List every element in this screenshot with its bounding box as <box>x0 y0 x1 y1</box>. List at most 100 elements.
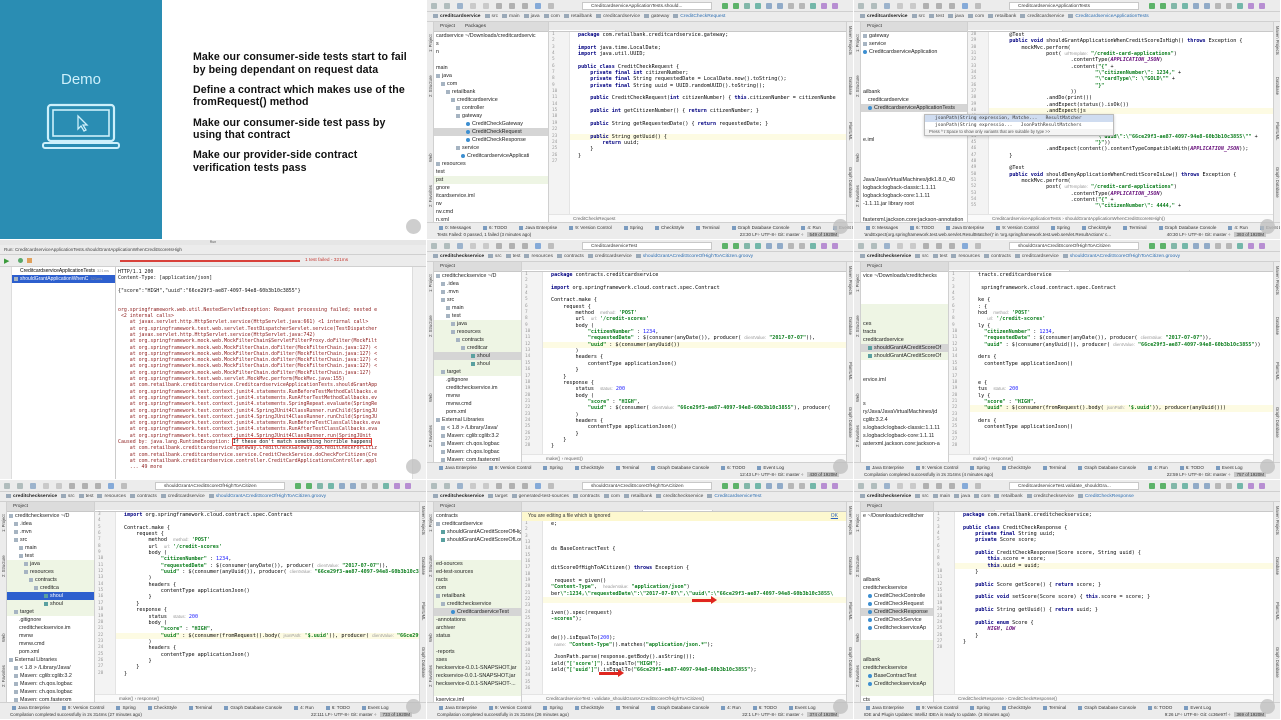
toolbar-action-icon[interactable] <box>871 483 877 489</box>
project-tree-item[interactable]: -reports <box>434 648 521 656</box>
toolbar-action-icon[interactable] <box>1226 3 1232 9</box>
toolbar-action-icon[interactable] <box>871 243 877 249</box>
project-tree-item[interactable]: shoul <box>7 592 94 600</box>
tool-window-button[interactable]: 9: Version Control <box>916 465 959 470</box>
toolbar-action-icon[interactable] <box>1237 3 1243 9</box>
left-tool-tab[interactable]: Web <box>428 633 433 642</box>
toolbar-action-icon[interactable] <box>722 3 728 9</box>
tool-window-button[interactable]: Terminal <box>696 225 719 230</box>
project-tree-item[interactable] <box>861 640 933 648</box>
toolbar-action-icon[interactable] <box>755 243 761 249</box>
toolbar-action-icon[interactable] <box>1149 243 1155 249</box>
breadcrumb-item[interactable]: com <box>604 494 620 499</box>
toolbar-action-icon[interactable] <box>962 243 968 249</box>
toolbar-action-icon[interactable] <box>457 243 463 249</box>
toolbar-action-icon[interactable] <box>821 483 827 489</box>
project-tree-item[interactable] <box>861 560 933 568</box>
project-tree-item[interactable] <box>861 288 948 296</box>
project-tree-item[interactable]: contracts <box>7 576 94 584</box>
right-tool-tab[interactable]: Graph Database <box>848 167 853 198</box>
player-overlay-button[interactable] <box>833 699 848 714</box>
toolbar-action-icon[interactable] <box>884 3 890 9</box>
project-tree-item[interactable]: External Libraries <box>7 656 94 664</box>
toolbar-action-icon[interactable] <box>910 483 916 489</box>
project-tree-item[interactable] <box>861 544 933 552</box>
breadcrumb-item[interactable]: CreditCheckResponse <box>1078 494 1134 499</box>
tool-window-button[interactable]: Graph Database Console <box>1078 705 1136 710</box>
project-tree-item[interactable]: pom.xml <box>7 648 94 656</box>
project-tree-item[interactable] <box>861 64 967 72</box>
toolbar-action-icon[interactable] <box>509 243 515 249</box>
project-tree-item[interactable] <box>861 80 967 88</box>
project-tree-item[interactable] <box>861 392 948 400</box>
toolbar-action-icon[interactable] <box>832 483 838 489</box>
left-tool-tab[interactable]: 2: Favorites <box>428 425 433 447</box>
project-tree-item[interactable]: CreditcardserviceApplicati <box>434 152 548 160</box>
toolbar-action-icon[interactable] <box>56 483 62 489</box>
project-tree-item[interactable]: mvnw.cmd <box>434 400 521 408</box>
tool-window-button[interactable]: Spring <box>624 225 643 230</box>
project-tree-item[interactable]: creditcheckservice.im <box>7 624 94 632</box>
breadcrumb-item[interactable]: contracts <box>130 494 157 499</box>
toolbar-action-icon[interactable] <box>832 3 838 9</box>
tool-window-button[interactable]: Graph Database Console <box>224 705 282 710</box>
project-tree-item[interactable] <box>861 520 933 528</box>
toolbar-action-icon[interactable] <box>897 483 903 489</box>
project-tree-item[interactable]: CreditCheckResponse <box>434 136 548 144</box>
toolbar-action-icon[interactable] <box>936 483 942 489</box>
toolbar-action-icon[interactable] <box>897 243 903 249</box>
tool-window-button[interactable]: Spring <box>543 465 562 470</box>
breadcrumb-item[interactable]: resources <box>97 494 125 499</box>
project-tree-item[interactable]: pom.xml <box>434 408 521 416</box>
toolbar-action-icon[interactable] <box>431 3 437 9</box>
toolbar-action-icon[interactable] <box>744 483 750 489</box>
tool-window-button[interactable]: 9: Version Control <box>569 225 612 230</box>
project-tree-item[interactable] <box>861 536 933 544</box>
project-tree-item[interactable]: .gitignore <box>434 376 521 384</box>
toolbar-action-icon[interactable] <box>1215 3 1221 9</box>
project-tree-item[interactable]: CreditCheckGateway <box>434 120 548 128</box>
toolbar-action-icon[interactable] <box>431 483 437 489</box>
tool-window-button[interactable]: 4: Run <box>801 225 821 230</box>
breadcrumb-item[interactable]: contracts <box>984 254 1011 259</box>
breadcrumb-item[interactable]: creditcardservice <box>161 494 205 499</box>
breadcrumb-item[interactable]: resources <box>951 254 979 259</box>
right-tool-tab[interactable]: Maven Projects <box>848 506 853 535</box>
project-tree-item[interactable]: com <box>434 80 548 88</box>
tool-window-button[interactable]: 6: TODO <box>910 225 934 230</box>
project-tree-item[interactable]: creditcheckservice <box>434 600 521 608</box>
breadcrumb-item[interactable]: test <box>929 14 944 19</box>
breadcrumb-item[interactable]: contracts <box>557 254 584 259</box>
breadcrumb-item[interactable]: retailbank <box>624 494 652 499</box>
tool-window-button[interactable]: CheckStyle <box>575 705 604 710</box>
tool-window-button[interactable]: Terminal <box>616 465 639 470</box>
breadcrumb-item[interactable]: main <box>502 14 520 19</box>
player-overlay-button[interactable] <box>1260 699 1275 714</box>
tool-window-button[interactable]: 9: Version Control <box>489 465 532 470</box>
project-pane-tab[interactable]: Project <box>867 504 882 509</box>
toolbar-action-icon[interactable] <box>470 3 476 9</box>
tool-window-button[interactable]: Java Enterprise <box>946 225 984 230</box>
right-tool-tab[interactable]: Graph Database <box>1275 407 1280 438</box>
project-tree-item[interactable]: retailbank <box>434 88 548 96</box>
tool-window-button[interactable]: Terminal <box>1043 705 1066 710</box>
tool-window-button[interactable]: Event Log <box>362 705 389 710</box>
project-tree-item[interactable]: creditca <box>7 584 94 592</box>
project-tree-item[interactable]: Maven: ch.qos.logbac <box>434 448 521 456</box>
tool-window-button[interactable]: 4: Run <box>294 705 314 710</box>
breadcrumb-item[interactable]: creditcheckservice <box>1027 494 1074 499</box>
toolbar-action-icon[interactable] <box>1215 243 1221 249</box>
project-tree-item[interactable]: creditcheckservice ~/D <box>434 272 521 280</box>
project-tree-item[interactable] <box>861 168 967 176</box>
project-tree-item[interactable]: mvnw <box>434 392 521 400</box>
project-tree-item[interactable]: -1.1.11.jar library root <box>861 200 967 208</box>
right-tool-tab[interactable]: Graph Database <box>848 407 853 438</box>
stop-icon[interactable] <box>27 258 32 263</box>
toolbar-action-icon[interactable] <box>799 3 805 9</box>
project-tree-item[interactable]: creditcheckservice.im <box>434 384 521 392</box>
toolbar-action-icon[interactable] <box>108 483 114 489</box>
breadcrumb-item[interactable]: test <box>933 254 948 259</box>
tool-window-button[interactable]: 6: TODO <box>1180 465 1204 470</box>
toolbar-action-icon[interactable] <box>949 3 955 9</box>
toolbar-action-icon[interactable] <box>1237 483 1243 489</box>
